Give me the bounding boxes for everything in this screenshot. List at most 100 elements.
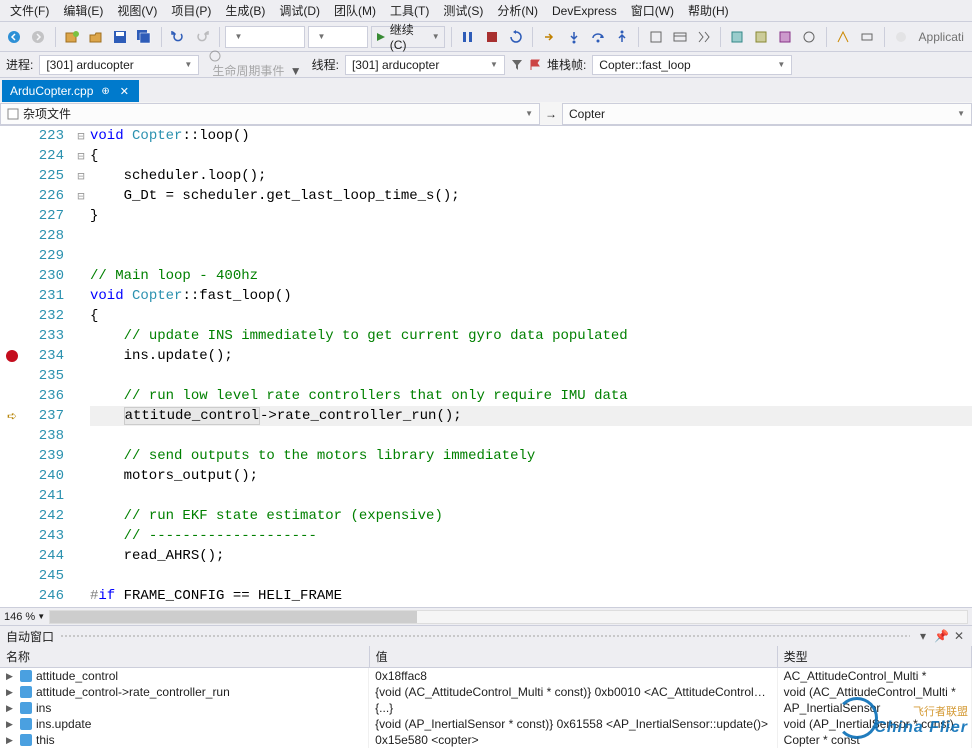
window-menu-icon[interactable]: ▾ <box>916 629 930 643</box>
col-type[interactable]: 类型 <box>777 646 971 668</box>
step-into-button[interactable] <box>563 26 584 48</box>
code-line[interactable]: } <box>90 206 972 226</box>
code-line[interactable]: attitude_control->rate_controller_run(); <box>90 406 972 426</box>
code-line[interactable]: // Main loop - 400hz <box>90 266 972 286</box>
stop-button[interactable] <box>482 26 503 48</box>
config-dropdown[interactable]: ▼ <box>225 26 305 48</box>
close-icon[interactable]: ✕ <box>952 629 966 643</box>
menu-view[interactable]: 视图(V) <box>111 0 163 21</box>
menu-devexpress[interactable]: DevExpress <box>546 2 623 20</box>
scope-dropdown[interactable]: 杂项文件 ▼ <box>0 103 540 125</box>
expand-icon[interactable]: ▶ <box>6 671 16 682</box>
code-line[interactable] <box>90 566 972 586</box>
toolbar-btn-3[interactable] <box>693 26 714 48</box>
table-row[interactable]: ▶ins.update{void (AP_InertialSensor * co… <box>0 716 972 732</box>
menu-file[interactable]: 文件(F) <box>4 0 55 21</box>
save-all-button[interactable] <box>134 26 155 48</box>
fold-toggle[interactable]: ⊟ <box>72 146 90 166</box>
close-icon[interactable]: ✕ <box>118 85 131 98</box>
col-value[interactable]: 值 <box>369 646 777 668</box>
menu-project[interactable]: 项目(P) <box>165 0 217 21</box>
toolbar-btn-10[interactable] <box>891 26 912 48</box>
menu-build[interactable]: 生成(B) <box>219 0 271 21</box>
toolbar-btn-8[interactable] <box>833 26 854 48</box>
code-line[interactable] <box>90 366 972 386</box>
var-value[interactable]: 0x15e580 <copter> <box>369 732 777 748</box>
code-line[interactable]: // update INS immediately to get current… <box>90 326 972 346</box>
restart-button[interactable] <box>505 26 526 48</box>
fold-toggle[interactable]: ⊟ <box>72 126 90 146</box>
toolbar-btn-9[interactable] <box>857 26 878 48</box>
code-line[interactable]: motors_output(); <box>90 466 972 486</box>
lifecycle-button[interactable]: 生命周期事件 ▼ <box>205 50 305 79</box>
menu-analyze[interactable]: 分析(N) <box>491 0 544 21</box>
table-row[interactable]: ▶attitude_control0x18ffac8AC_AttitudeCon… <box>0 668 972 685</box>
code-line[interactable]: scheduler.loop(); <box>90 166 972 186</box>
save-button[interactable] <box>110 26 131 48</box>
flag-button[interactable] <box>529 59 541 71</box>
platform-dropdown[interactable]: ▼ <box>308 26 368 48</box>
toolbar-btn-5[interactable] <box>751 26 772 48</box>
expand-icon[interactable]: ▶ <box>6 719 16 730</box>
filter-button[interactable] <box>511 59 523 71</box>
fold-gutter[interactable]: ⊟⊟⊟⊟ <box>72 126 90 607</box>
col-name[interactable]: 名称 <box>0 646 369 668</box>
pin-icon[interactable]: 📌 <box>934 629 948 643</box>
step-over-button[interactable] <box>587 26 608 48</box>
fold-toggle[interactable]: ⊟ <box>72 166 90 186</box>
table-row[interactable]: ▶attitude_control->rate_controller_run{v… <box>0 684 972 700</box>
toolbar-btn-6[interactable] <box>775 26 796 48</box>
var-value[interactable]: 0x18ffac8 <box>369 668 777 685</box>
member-dropdown[interactable]: Copter ▼ <box>562 103 972 125</box>
code-line[interactable]: // run EKF state estimator (expensive) <box>90 506 972 526</box>
code-line[interactable] <box>90 486 972 506</box>
step-out-button[interactable] <box>611 26 632 48</box>
code-line[interactable] <box>90 426 972 446</box>
table-row[interactable]: ▶ins{...}AP_InertialSensor <box>0 700 972 716</box>
back-button[interactable] <box>4 26 25 48</box>
expand-icon[interactable]: ▶ <box>6 735 16 746</box>
code-line[interactable]: #if FRAME_CONFIG == HELI_FRAME <box>90 586 972 606</box>
code-line[interactable] <box>90 246 972 266</box>
stackframe-dropdown[interactable]: Copter::fast_loop▼ <box>592 55 792 75</box>
undo-button[interactable] <box>168 26 189 48</box>
menu-debug[interactable]: 调试(D) <box>273 0 326 21</box>
pin-icon[interactable]: ⊕ <box>101 86 109 97</box>
code-line[interactable]: void Copter::loop() <box>90 126 972 146</box>
var-value[interactable]: {void (AC_AttitudeControl_Multi * const)… <box>369 684 777 700</box>
code-line[interactable]: // send outputs to the motors library im… <box>90 446 972 466</box>
table-row[interactable]: ▶this0x15e580 <copter>Copter * const <box>0 732 972 748</box>
menu-tools[interactable]: 工具(T) <box>384 0 435 21</box>
new-project-button[interactable] <box>62 26 83 48</box>
menu-window[interactable]: 窗口(W) <box>625 0 680 21</box>
horizontal-scrollbar[interactable] <box>49 610 968 624</box>
breakpoint-icon[interactable] <box>6 350 18 362</box>
zoom-control[interactable]: 146 % ▼ <box>4 611 45 623</box>
open-button[interactable] <box>86 26 107 48</box>
menu-help[interactable]: 帮助(H) <box>682 0 735 21</box>
code-line[interactable]: { <box>90 306 972 326</box>
expand-icon[interactable]: ▶ <box>6 687 16 698</box>
menu-test[interactable]: 测试(S) <box>437 0 489 21</box>
menu-team[interactable]: 团队(M) <box>328 0 382 21</box>
toolbar-btn-7[interactable] <box>799 26 820 48</box>
autos-grid[interactable]: 名称 值 类型 ▶attitude_control0x18ffac8AC_Att… <box>0 646 972 755</box>
code-line[interactable]: { <box>90 146 972 166</box>
process-dropdown[interactable]: [301] arducopter▼ <box>39 55 199 75</box>
var-value[interactable]: {...} <box>369 700 777 716</box>
code-line[interactable]: read_AHRS(); <box>90 546 972 566</box>
toolbar-btn-1[interactable] <box>645 26 666 48</box>
toolbar-btn-2[interactable] <box>669 26 690 48</box>
code-line[interactable]: // run low level rate controllers that o… <box>90 386 972 406</box>
panel-titlebar[interactable]: 自动窗口 ▾ 📌 ✕ <box>0 626 972 646</box>
breakpoint-gutter[interactable]: ➪ <box>0 126 24 607</box>
code-line[interactable] <box>90 226 972 246</box>
code-line[interactable]: void Copter::fast_loop() <box>90 286 972 306</box>
expand-icon[interactable]: ▶ <box>6 703 16 714</box>
thread-dropdown[interactable]: [301] arducopter▼ <box>345 55 505 75</box>
code-line[interactable]: // -------------------- <box>90 526 972 546</box>
fold-toggle[interactable]: ⊟ <box>72 186 90 206</box>
continue-button[interactable]: 继续(C) ▼ <box>371 26 444 48</box>
var-value[interactable]: {void (AP_InertialSensor * const)} 0x615… <box>369 716 777 732</box>
code-area[interactable]: void Copter::loop(){ scheduler.loop(); G… <box>90 126 972 607</box>
